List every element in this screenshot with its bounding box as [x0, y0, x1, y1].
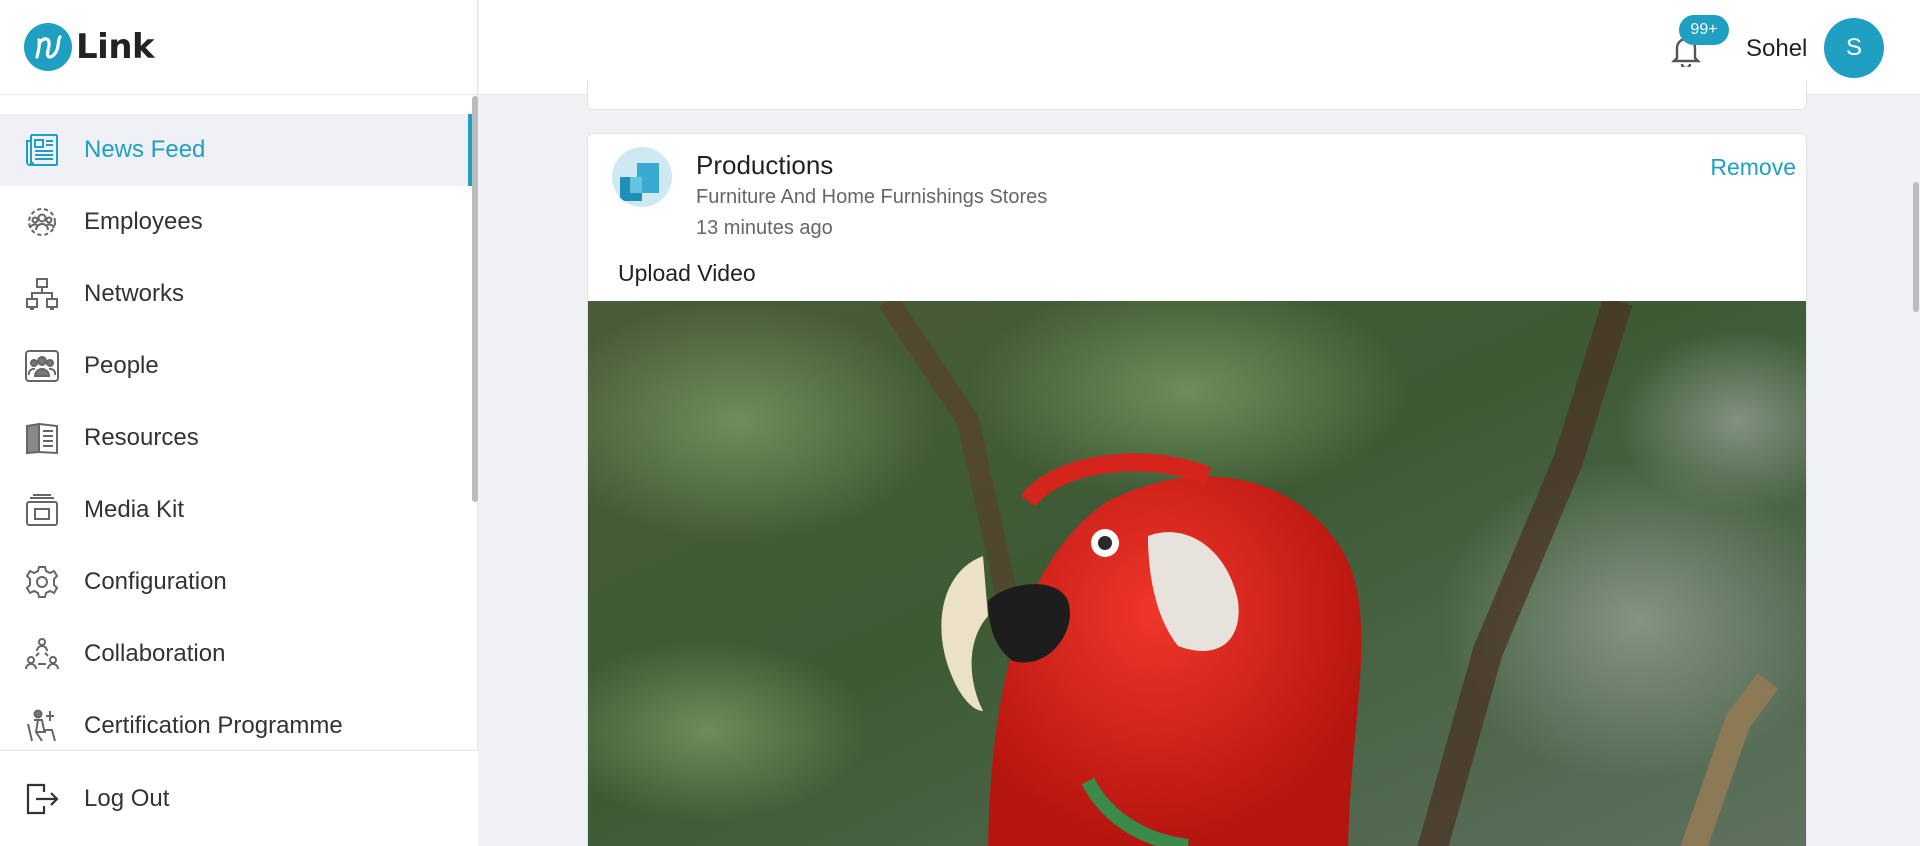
logo-text: Link: [76, 27, 155, 67]
sidebar-item-employees[interactable]: Employees: [0, 186, 472, 258]
logo[interactable]: Link: [0, 0, 477, 95]
remove-button[interactable]: Remove: [1710, 154, 1796, 181]
logout-icon: [24, 781, 60, 817]
previous-post-card: [587, 80, 1807, 110]
sidebar-item-label: Certification Programme: [84, 712, 343, 739]
sidebar-item-news-feed[interactable]: News Feed: [0, 114, 472, 186]
certification-icon: [24, 708, 60, 744]
news-feed-icon: [24, 132, 60, 168]
sidebar-item-configuration[interactable]: Configuration: [0, 546, 472, 618]
sidebar-item-label: Media Kit: [84, 496, 185, 523]
configuration-icon: [24, 564, 60, 600]
sidebar-item-label: News Feed: [84, 136, 206, 163]
people-icon: [24, 348, 60, 384]
sidebar-item-label: Configuration: [84, 568, 227, 595]
user-name[interactable]: Sohel: [1746, 35, 1807, 63]
networks-icon: [24, 276, 60, 312]
sidebar-item-people[interactable]: People: [0, 330, 472, 402]
post-card: Productions Furniture And Home Furnishin…: [587, 133, 1807, 846]
notification-badge: 99+: [1679, 15, 1729, 45]
sidebar: Link News Feed Employees Networks People…: [0, 0, 478, 846]
logout-button[interactable]: Log Out: [0, 750, 478, 846]
post-company-category: Furniture And Home Furnishings Stores: [696, 186, 1048, 208]
sidebar-item-label: Networks: [84, 280, 185, 307]
sidebar-item-collaboration[interactable]: Collaboration: [0, 618, 472, 690]
sidebar-item-resources[interactable]: Resources: [0, 402, 472, 474]
sidebar-item-label: Collaboration: [84, 640, 226, 667]
media-kit-icon: [24, 492, 60, 528]
parrot-video-thumbnail: [588, 301, 1806, 846]
sidebar-item-label: Resources: [84, 424, 199, 451]
post-timestamp: 13 minutes ago: [696, 217, 833, 239]
company-logo[interactable]: [612, 147, 672, 207]
main-scrollbar[interactable]: [1913, 182, 1919, 312]
sidebar-item-networks[interactable]: Networks: [0, 258, 472, 330]
post-company-name[interactable]: Productions: [696, 150, 833, 181]
sidebar-scrollbar[interactable]: [472, 96, 478, 502]
sidebar-nav: News Feed Employees Networks People Reso…: [0, 114, 472, 748]
avatar[interactable]: S: [1824, 18, 1884, 78]
sidebar-item-media-kit[interactable]: Media Kit: [0, 474, 472, 546]
collaboration-icon: [24, 636, 60, 672]
logo-mark-icon: [24, 23, 72, 71]
post-video[interactable]: [588, 301, 1806, 846]
sidebar-item-certification-programme[interactable]: Certification Programme: [0, 690, 472, 748]
sidebar-item-label: Employees: [84, 208, 203, 235]
sidebar-item-label: People: [84, 352, 159, 379]
logout-label: Log Out: [84, 784, 170, 812]
post-text: Upload Video: [618, 260, 756, 286]
employees-icon: [24, 204, 60, 240]
resources-icon: [24, 420, 60, 456]
